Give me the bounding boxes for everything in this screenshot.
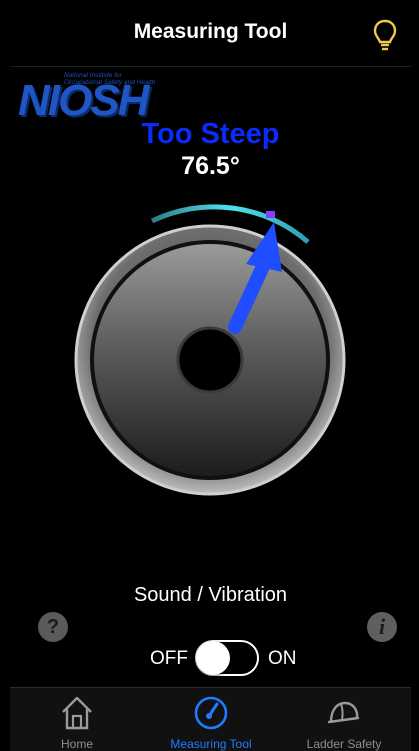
- app-screen: Measuring Tool NIOSH National Institute …: [10, 0, 411, 751]
- toggle-on-label: ON: [268, 648, 297, 669]
- tab-measuring-tool[interactable]: Measuring Tool: [144, 688, 278, 751]
- tab-home-label: Home: [60, 737, 93, 751]
- angle-marker: [266, 211, 275, 218]
- toggle-knob[interactable]: [196, 641, 230, 675]
- navigation-bar: Measuring Tool: [10, 0, 411, 67]
- angle-status: Too Steep: [141, 118, 280, 150]
- help-button[interactable]: ?: [38, 612, 68, 642]
- dial-graphic: [74, 204, 346, 496]
- page-title: Measuring Tool: [133, 20, 288, 43]
- tab-measuring-tool-label: Measuring Tool: [170, 737, 252, 751]
- tab-ladder-safety[interactable]: Ladder Safety: [277, 688, 411, 751]
- info-button[interactable]: i: [367, 612, 397, 642]
- sound-vibration-label: Sound / Vibration: [133, 584, 288, 606]
- home-icon: [62, 696, 92, 730]
- angle-readout: 76.5°: [181, 152, 240, 180]
- hardhat-icon: [327, 701, 360, 724]
- tab-home[interactable]: Home: [10, 688, 144, 751]
- logo-subtitle: National Institute for Occupational Safe…: [64, 72, 156, 86]
- sound-toggle-row: OFF ON: [10, 640, 411, 676]
- toggle-off-label: OFF: [150, 648, 188, 669]
- lightbulb-icon[interactable]: [371, 18, 399, 52]
- tab-bar: Home Measuring Tool Ladder Safety: [10, 687, 411, 751]
- sound-vibration-toggle[interactable]: [195, 640, 259, 676]
- gauge-icon: [194, 696, 228, 730]
- angle-dial: [60, 202, 360, 502]
- tab-ladder-safety-label: Ladder Safety: [306, 737, 382, 751]
- niosh-logo: NIOSH National Institute for Occupationa…: [18, 72, 180, 125]
